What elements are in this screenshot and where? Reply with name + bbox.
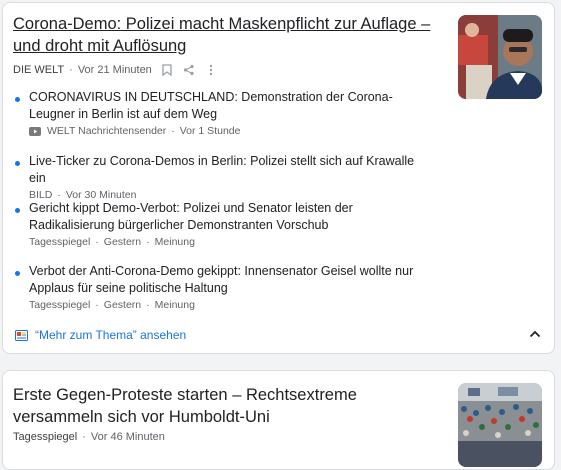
timestamp: Vor 21 Minuten [77, 64, 152, 76]
bookmark-icon[interactable] [160, 63, 174, 77]
article-thumbnail[interactable] [458, 383, 542, 467]
separator: · [171, 125, 175, 137]
story-time: Gestern [103, 299, 142, 311]
related-story[interactable]: Gericht kippt Demo-Verbot: Polizei und S… [13, 200, 423, 248]
article-thumbnail[interactable] [458, 15, 542, 99]
youtube-icon [29, 126, 41, 136]
story-source[interactable]: Tagesspiegel [29, 299, 90, 311]
story-title[interactable]: CORONAVIRUS IN DEUTSCHLAND: Demonstratio… [29, 89, 423, 122]
bullet [15, 97, 20, 102]
story-time: Gestern [103, 236, 142, 248]
source-name[interactable]: Tagesspiegel [13, 431, 77, 443]
separator: · [95, 299, 99, 311]
news-cluster-card: Corona-Demo: Polizei macht Maskenpflicht… [2, 2, 555, 354]
separator: · [69, 64, 73, 76]
story-meta: Tagesspiegel · Gestern · Meinung [29, 236, 423, 248]
story-source[interactable]: Tagesspiegel [29, 236, 90, 248]
bullet [15, 208, 20, 213]
story-title[interactable]: Live-Ticker zu Corona-Demos in Berlin: P… [29, 153, 423, 186]
collapse-chevron-icon[interactable] [526, 325, 544, 343]
headline-link[interactable]: Corona-Demo: Polizei macht Maskenpflicht… [13, 13, 443, 57]
bullet [15, 271, 20, 276]
bullet [15, 161, 20, 166]
story-title[interactable]: Verbot der Anti-Corona-Demo gekippt: Inn… [29, 263, 423, 296]
full-coverage-icon [15, 329, 28, 341]
separator: · [146, 236, 150, 248]
story-title[interactable]: Gericht kippt Demo-Verbot: Polizei und S… [29, 200, 423, 233]
related-story[interactable]: CORONAVIRUS IN DEUTSCHLAND: Demonstratio… [13, 89, 423, 137]
story-time: Vor 1 Stunde [179, 125, 241, 137]
more-on-topic-link[interactable]: “Mehr zum Thema” ansehen [15, 328, 186, 342]
headline-link[interactable]: Erste Gegen-Proteste starten – Rechtsext… [13, 384, 443, 428]
story-meta: Tagesspiegel · Gestern · Meinung [29, 299, 423, 311]
share-icon[interactable] [182, 63, 196, 77]
story-label: Meinung [154, 236, 195, 248]
timestamp: Vor 46 Minuten [90, 431, 165, 443]
story-label: Meinung [154, 299, 195, 311]
headline-meta: Tagesspiegel · Vor 46 Minuten [13, 431, 165, 443]
separator: · [95, 236, 99, 248]
separator: · [82, 431, 86, 443]
related-story[interactable]: Live-Ticker zu Corona-Demos in Berlin: P… [13, 153, 423, 201]
related-story[interactable]: Verbot der Anti-Corona-Demo gekippt: Inn… [13, 263, 423, 311]
source-name[interactable]: DIE WELT [13, 64, 64, 76]
story-source[interactable]: WELT Nachrichtensender [47, 125, 166, 137]
separator: · [146, 299, 150, 311]
more-options-icon[interactable] [204, 63, 218, 77]
headline-meta: DIE WELT · Vor 21 Minuten [13, 63, 218, 77]
news-cluster-card: Erste Gegen-Proteste starten – Rechtsext… [2, 370, 555, 470]
more-on-topic-label[interactable]: “Mehr zum Thema” ansehen [35, 328, 186, 342]
story-meta: WELT Nachrichtensender · Vor 1 Stunde [29, 125, 423, 137]
